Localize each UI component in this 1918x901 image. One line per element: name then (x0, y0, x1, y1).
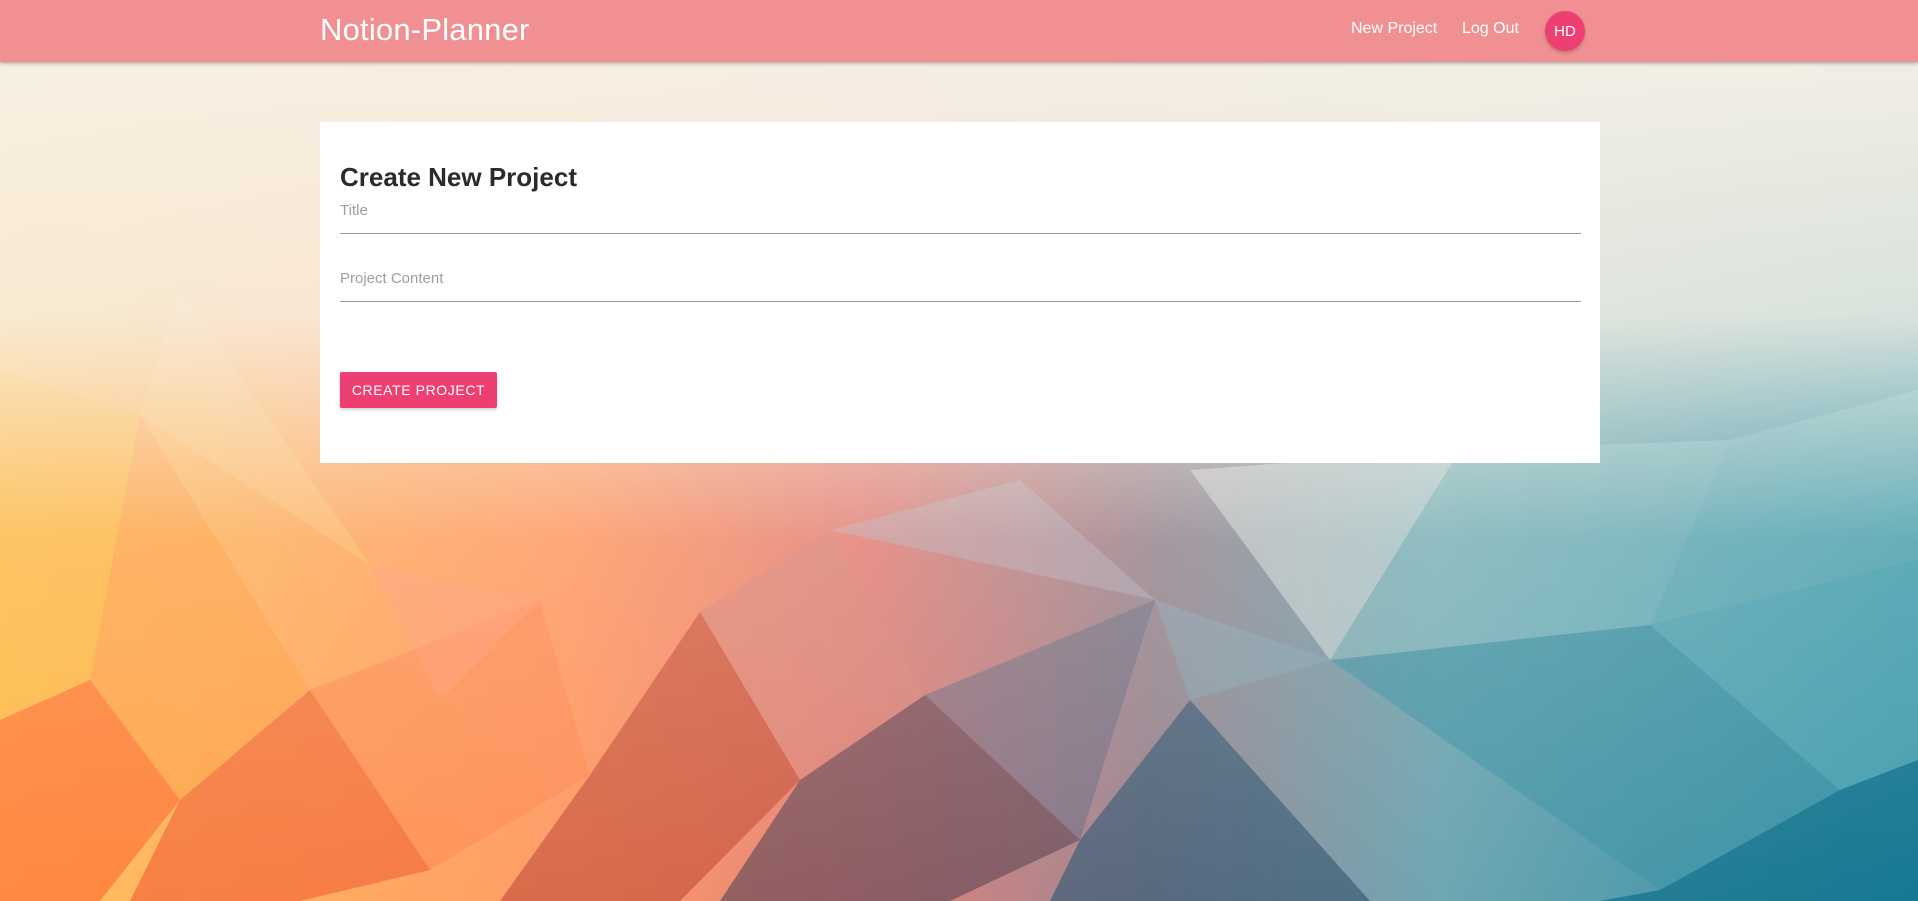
user-avatar[interactable]: HD (1545, 11, 1585, 51)
create-project-button[interactable]: CREATE PROJECT (340, 372, 497, 408)
brand-logo[interactable]: Notion-Planner (320, 12, 530, 48)
log-out-link[interactable]: Log Out (1462, 20, 1519, 38)
project-content-input[interactable] (340, 270, 1581, 302)
title-input[interactable] (340, 202, 1581, 234)
top-navbar: Notion-Planner New Project Log Out HD (0, 0, 1918, 62)
form-title: Create New Project (340, 162, 577, 192)
create-project-card: Create New Project Title Project Content… (320, 122, 1600, 463)
new-project-link[interactable]: New Project (1351, 20, 1437, 38)
